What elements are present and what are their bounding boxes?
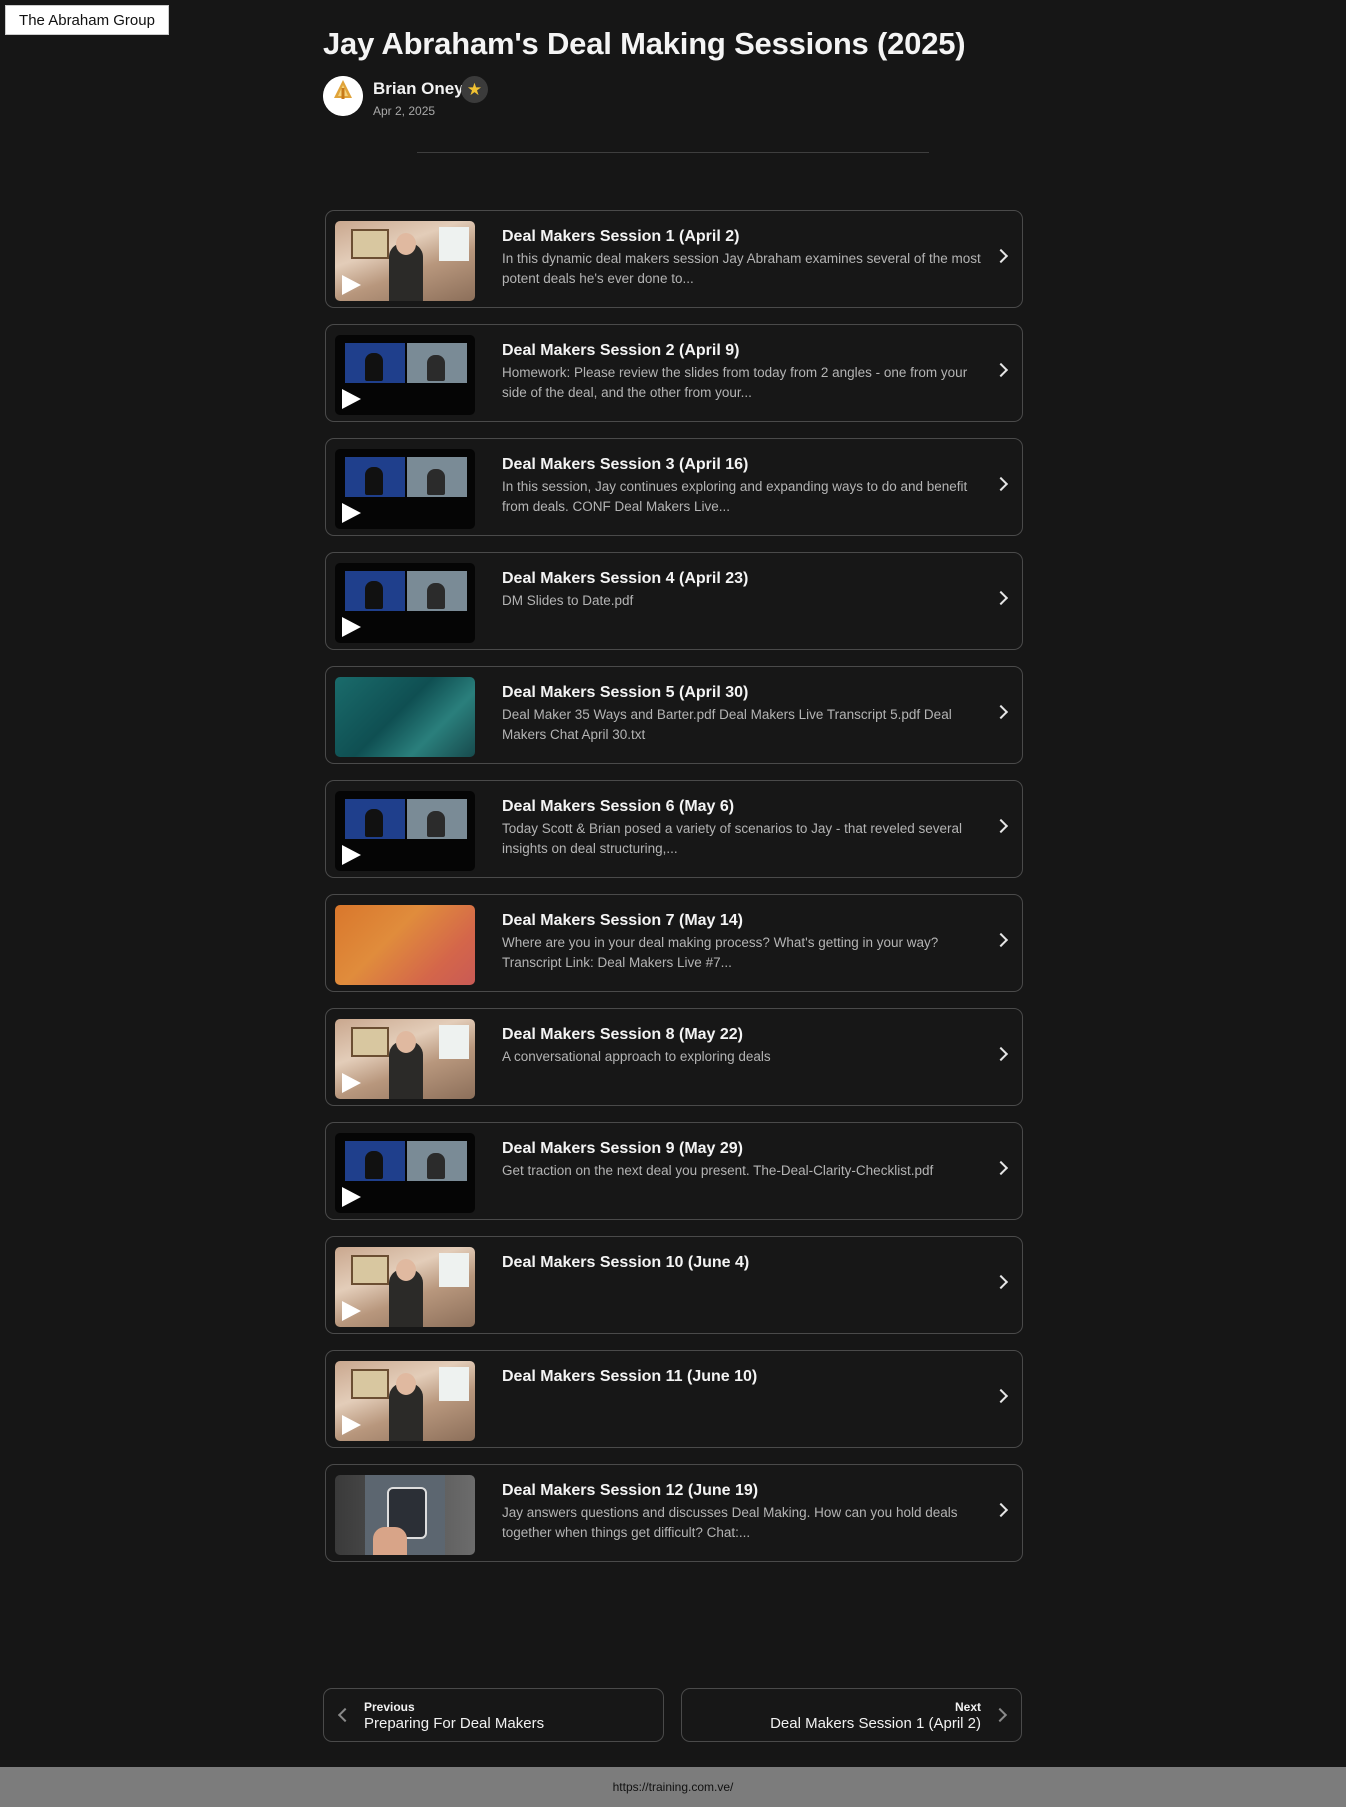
play-icon (342, 275, 361, 295)
session-thumbnail[interactable] (335, 905, 475, 985)
session-card[interactable]: Deal Makers Session 8 (May 22) A conversa… (325, 1008, 1023, 1106)
author-name[interactable]: Brian Oney (373, 79, 464, 99)
session-description: Get traction on the next deal you presen… (502, 1163, 934, 1178)
chevron-right-icon[interactable] (993, 590, 1009, 606)
session-description: Deal Maker 35 Ways and Barter.pdf Deal M… (502, 707, 952, 742)
page-title: Jay Abraham's Deal Making Sessions (2025… (323, 26, 966, 61)
previous-label: Previous (364, 1700, 415, 1714)
session-thumbnail[interactable] (335, 563, 475, 643)
chevron-right-icon[interactable] (993, 704, 1009, 720)
session-card[interactable]: Deal Makers Session 11 (June 10) (325, 1350, 1023, 1448)
chevron-right-icon[interactable] (993, 1388, 1009, 1404)
session-card[interactable]: Deal Makers Session 10 (June 4) (325, 1236, 1023, 1334)
org-badge[interactable]: The Abraham Group (5, 5, 169, 35)
session-card[interactable]: Deal Makers Session 1 (April 2) In this d… (325, 210, 1023, 308)
session-description: Jay answers questions and discusses Deal… (502, 1505, 958, 1540)
session-thumbnail[interactable] (335, 335, 475, 415)
session-thumbnail[interactable] (335, 1133, 475, 1213)
session-description: DM Slides to Date.pdf (502, 593, 634, 608)
previous-title: Preparing For Deal Makers (364, 1715, 545, 1732)
chevron-right-icon[interactable] (993, 1046, 1009, 1062)
session-thumbnail[interactable] (335, 221, 475, 301)
session-thumbnail[interactable] (335, 1247, 475, 1327)
session-card[interactable]: Deal Makers Session 5 (April 30) Deal Mak… (325, 666, 1023, 764)
session-title[interactable]: Deal Makers Session 4 (April 23) (502, 570, 748, 588)
session-title[interactable]: Deal Makers Session 10 (June 4) (502, 1254, 749, 1272)
next-label: Next (954, 1700, 981, 1714)
chevron-right-icon[interactable] (993, 818, 1009, 834)
session-thumbnail[interactable] (335, 677, 475, 757)
play-icon (342, 845, 361, 865)
session-title[interactable]: Deal Makers Session 5 (April 30) (502, 684, 748, 702)
play-icon (342, 617, 361, 637)
session-title[interactable]: Deal Makers Session 3 (April 16) (502, 456, 748, 474)
session-title[interactable]: Deal Makers Session 9 (May 29) (502, 1140, 743, 1158)
post-date: Apr 2, 2025 (373, 104, 436, 118)
session-thumbnail[interactable] (335, 1475, 475, 1555)
session-description: Where are you in your deal making proces… (502, 935, 939, 970)
session-list: Deal Makers Session 1 (April 2) In this d… (325, 210, 1023, 1578)
play-icon (342, 389, 361, 409)
session-card[interactable]: Deal Makers Session 6 (May 6) Today Scott… (325, 780, 1023, 878)
play-icon (342, 1415, 361, 1435)
session-card[interactable]: Deal Makers Session 4 (April 23) DM Slide… (325, 552, 1023, 650)
star-badge-icon: ★ (461, 76, 488, 103)
chevron-right-icon[interactable] (993, 476, 1009, 492)
chevron-right-icon[interactable] (993, 1274, 1009, 1290)
divider (417, 152, 929, 153)
session-title[interactable]: Deal Makers Session 1 (April 2) (502, 228, 739, 246)
chevron-left-icon (337, 1707, 353, 1723)
session-title[interactable]: Deal Makers Session 6 (May 6) (502, 798, 734, 816)
previous-lesson-button[interactable]: Previous Preparing For Deal Makers (323, 1688, 664, 1742)
session-description: Homework: Please review the slides from … (502, 365, 968, 400)
session-thumbnail[interactable] (335, 791, 475, 871)
session-thumbnail[interactable] (335, 1019, 475, 1099)
session-thumbnail[interactable] (335, 1361, 475, 1441)
play-icon (342, 1301, 361, 1321)
chevron-right-icon[interactable] (993, 248, 1009, 264)
session-title[interactable]: Deal Makers Session 11 (June 10) (502, 1368, 757, 1386)
session-description: In this dynamic deal makers session Jay … (502, 251, 981, 286)
session-card[interactable]: Deal Makers Session 9 (May 29) Get tracti… (325, 1122, 1023, 1220)
session-description: Today Scott & Brian posed a variety of s… (502, 821, 962, 856)
session-title[interactable]: Deal Makers Session 7 (May 14) (502, 912, 743, 930)
next-lesson-button[interactable]: Next Deal Makers Session 1 (April 2) (681, 1688, 1022, 1742)
session-title[interactable]: Deal Makers Session 8 (May 22) (502, 1026, 743, 1044)
session-description: A conversational approach to exploring d… (502, 1049, 771, 1064)
session-card[interactable]: Deal Makers Session 12 (June 19) Jay answ… (325, 1464, 1023, 1562)
session-card[interactable]: Deal Makers Session 2 (April 9) Homework:… (325, 324, 1023, 422)
session-card[interactable]: Deal Makers Session 7 (May 14) Where are … (325, 894, 1023, 992)
session-thumbnail[interactable] (335, 449, 475, 529)
play-icon (342, 503, 361, 523)
abraham-logo-icon (323, 76, 363, 116)
chevron-right-icon[interactable] (993, 932, 1009, 948)
chevron-right-icon[interactable] (993, 1502, 1009, 1518)
play-icon (342, 1073, 361, 1093)
session-description: In this session, Jay continues exploring… (502, 479, 968, 514)
session-title[interactable]: Deal Makers Session 12 (June 19) (502, 1482, 758, 1500)
chevron-right-icon (992, 1707, 1008, 1723)
chevron-right-icon[interactable] (993, 362, 1009, 378)
avatar[interactable] (323, 76, 363, 116)
session-card[interactable]: Deal Makers Session 3 (April 16) In this … (325, 438, 1023, 536)
next-title: Deal Makers Session 1 (April 2) (770, 1715, 981, 1732)
session-title[interactable]: Deal Makers Session 2 (April 9) (502, 342, 739, 360)
footer-url: https://training.com.ve/ (0, 1767, 1346, 1807)
chevron-right-icon[interactable] (993, 1160, 1009, 1176)
play-icon (342, 1187, 361, 1207)
